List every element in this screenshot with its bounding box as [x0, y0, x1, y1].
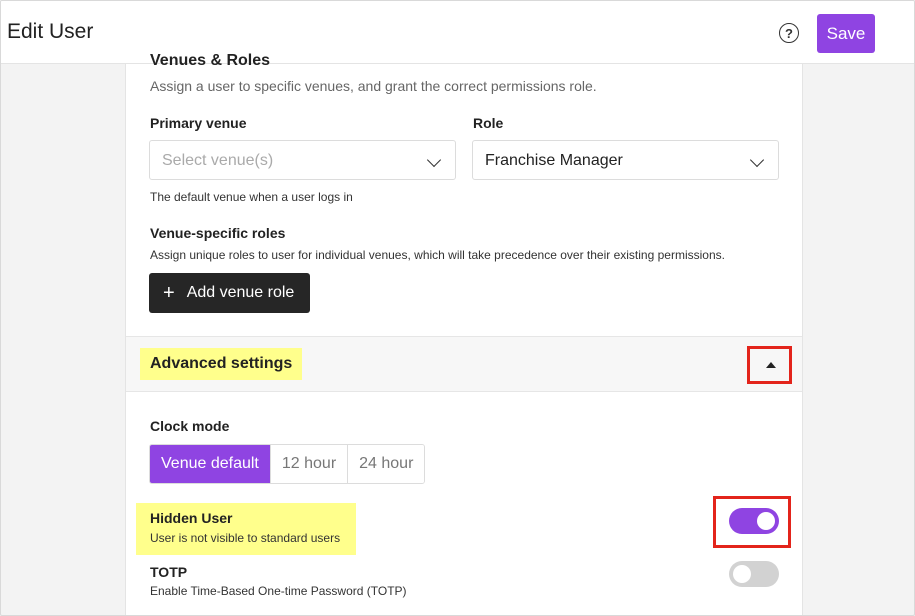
clock-mode-option-venue-default[interactable]: Venue default	[150, 445, 270, 483]
edit-user-panel: Venues & Roles Assign a user to specific…	[125, 52, 803, 615]
hidden-user-description: User is not visible to standard users	[150, 531, 341, 545]
chevron-down-icon	[426, 152, 442, 168]
clock-mode-segmented-control: Venue default 12 hour 24 hour	[149, 444, 426, 484]
totp-description: Enable Time-Based One-time Password (TOT…	[150, 584, 407, 598]
primary-venue-placeholder: Select venue(s)	[162, 152, 274, 169]
add-venue-role-button[interactable]: + Add venue role	[149, 273, 310, 313]
chevron-down-icon	[749, 152, 765, 168]
primary-venue-select[interactable]: Select venue(s)	[149, 140, 456, 180]
clock-mode-label: Clock mode	[150, 418, 230, 434]
venues-roles-heading: Venues & Roles	[150, 52, 271, 69]
plus-icon: +	[163, 282, 175, 304]
save-button[interactable]: Save	[817, 14, 875, 53]
caret-up-icon	[766, 362, 776, 368]
top-bar: Edit User ? Save	[1, 1, 914, 64]
add-venue-role-label: Add venue role	[186, 284, 295, 301]
totp-toggle[interactable]	[729, 561, 779, 587]
advanced-settings-title: Advanced settings	[140, 348, 303, 380]
page-title: Edit User	[7, 20, 94, 43]
hidden-user-toggle[interactable]	[729, 508, 779, 534]
role-select[interactable]: Franchise Manager	[472, 140, 779, 180]
hidden-user-setting: Hidden User User is not visible to stand…	[136, 503, 356, 555]
hidden-user-title: Hidden User	[150, 510, 233, 526]
clock-mode-option-12-hour[interactable]: 12 hour	[269, 445, 348, 483]
toggle-knob	[733, 565, 751, 583]
app-window: Edit User ? Save Venues & Roles Assign a…	[0, 0, 915, 616]
toggle-knob	[757, 512, 775, 530]
venue-specific-roles-description: Assign unique roles to user for individu…	[150, 248, 725, 262]
totp-title: TOTP	[150, 564, 188, 580]
primary-venue-hint: The default venue when a user logs in	[150, 190, 353, 204]
venue-specific-roles-label: Venue-specific roles	[150, 225, 286, 241]
role-value: Franchise Manager	[485, 152, 623, 169]
role-label: Role	[473, 115, 504, 131]
collapse-button[interactable]	[747, 346, 792, 384]
primary-venue-label: Primary venue	[150, 115, 247, 131]
clock-mode-option-24-hour[interactable]: 24 hour	[347, 445, 425, 483]
advanced-settings-header[interactable]: Advanced settings	[126, 336, 802, 392]
venues-roles-description: Assign a user to specific venues, and gr…	[150, 78, 597, 94]
question-circle-icon[interactable]: ?	[779, 23, 799, 43]
